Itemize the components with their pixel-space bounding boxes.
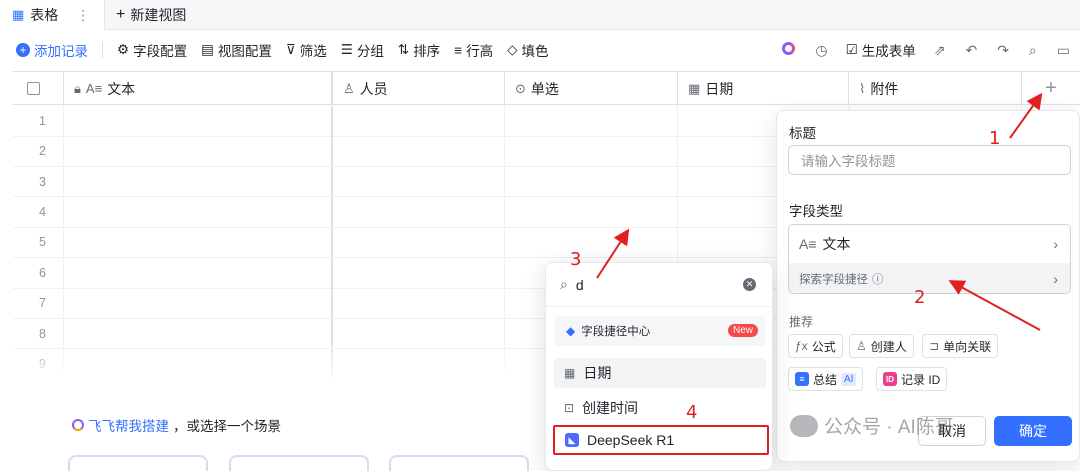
annotation-arrows xyxy=(596,92,1043,331)
annotation-3: 3 xyxy=(570,249,582,270)
annotation-4: 4 xyxy=(686,402,698,423)
wechat-icon xyxy=(790,414,818,437)
annotation-1: 1 xyxy=(989,128,1001,149)
arrow-1 xyxy=(1009,92,1043,139)
watermark: 公众号 · AI陈哥 xyxy=(790,412,954,439)
annotation-2: 2 xyxy=(914,287,926,308)
watermark-text: 公众号 · AI陈哥 xyxy=(824,417,954,438)
arrow-2 xyxy=(948,280,1041,331)
arrow-3 xyxy=(596,228,630,279)
